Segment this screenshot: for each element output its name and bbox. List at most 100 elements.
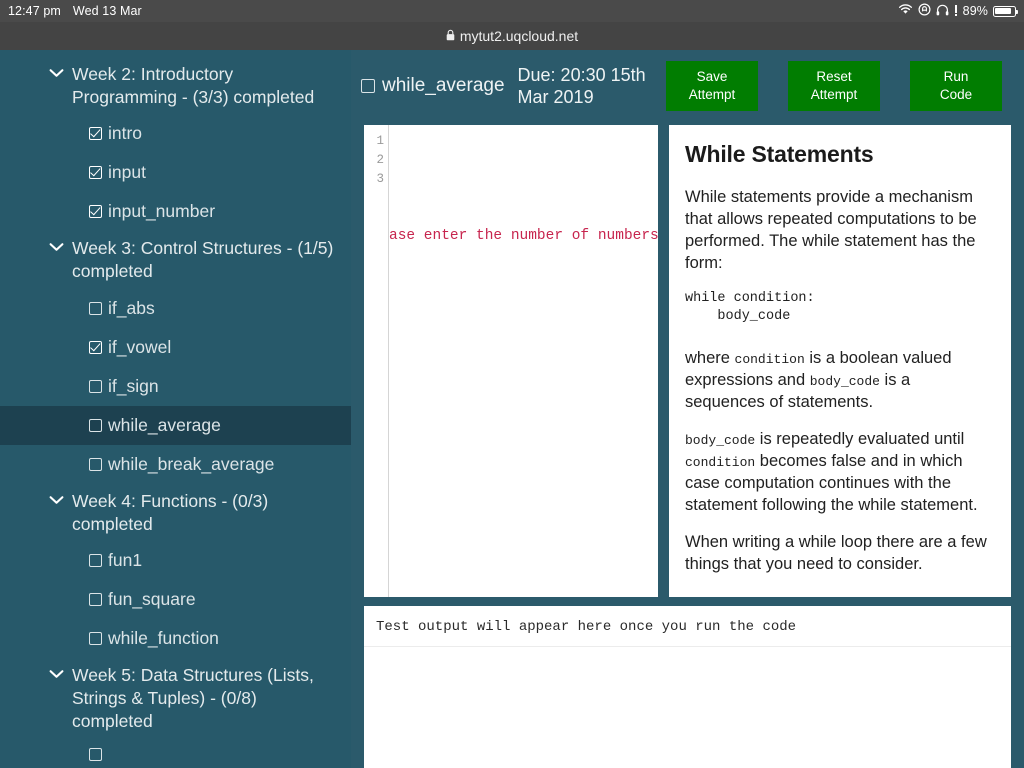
notes-paragraph-3: body_code is repeatedly evaluated until … (685, 429, 992, 517)
sidebar-week-header-week5[interactable]: Week 5: Data Structures (Lists, Strings … (0, 658, 351, 738)
headphones-icon (936, 4, 949, 19)
task-header-bar: while_average Due: 20:30 15th Mar 2019 S… (351, 50, 1024, 122)
sidebar-week-label: Week 1: ... - (0/0) completed (49, 50, 292, 51)
notes-paragraph-1: While statements provide a mechanism tha… (685, 188, 977, 272)
app-body: ❯ Week 1: ... - (0/0) completed Week 2: … (0, 50, 1024, 768)
notes-paragraph-2: where condition is a boolean valued expr… (685, 348, 992, 414)
sidebar-item-label: intro (108, 123, 143, 144)
sidebar-week-header-clipped[interactable]: ❯ Week 1: ... - (0/0) completed (0, 50, 351, 57)
wifi-icon (898, 4, 913, 18)
battery-percent-label: 89% (962, 4, 988, 18)
sidebar-item-while-average[interactable]: while_average (0, 405, 351, 445)
sidebar-item-if-vowel[interactable]: if_vowel (0, 328, 351, 367)
run-code-button[interactable]: Run Code (910, 61, 1002, 111)
url-text: mytut2.uqcloud.net (459, 28, 579, 44)
browser-url-bar[interactable]: mytut2.uqcloud.net (0, 22, 1024, 50)
editor-line-number-gutter: 1 2 3 (364, 125, 389, 597)
inline-code: condition (685, 454, 756, 470)
task-title-group: while_average (361, 75, 505, 97)
sidebar-week-label: Week 2: Introductory Programming - (3/3)… (72, 63, 315, 107)
sidebar-item-label: while_average (108, 414, 221, 435)
sidebar-week-header-week4[interactable]: Week 4: Functions - (0/3) completed (0, 484, 351, 542)
inline-code: body_code (809, 374, 880, 390)
sidebar-item-input-number[interactable]: input_number (0, 192, 351, 231)
sidebar-item-while-break-average[interactable]: while_break_average (0, 445, 351, 484)
sidebar-item-fun1[interactable]: fun1 (0, 541, 351, 580)
sidebar-item-label: if_vowel (108, 336, 172, 357)
notes-heading: While Statements (685, 141, 874, 167)
course-sidebar[interactable]: ❯ Week 1: ... - (0/0) completed Week 2: … (0, 50, 351, 768)
status-bar-left: 12:47 pm Wed 13 Mar (8, 4, 142, 18)
task-completion-checkbox[interactable] (361, 79, 375, 93)
main-content: while_average Due: 20:30 15th Mar 2019 S… (351, 50, 1024, 768)
sidebar-week-label: Week 5: Data Structures (Lists, Strings … (72, 665, 314, 731)
pane-divider[interactable] (658, 122, 669, 600)
sidebar-week-header-week3[interactable]: Week 3: Control Structures - (1/5) compl… (0, 231, 351, 289)
status-bar-date: Wed 13 Mar (72, 4, 142, 18)
checkbox-unchecked-icon[interactable] (89, 418, 102, 432)
chevron-down-icon (49, 491, 64, 511)
sidebar-item-clipped-bottom[interactable] (0, 739, 351, 768)
sidebar-scroll-content: ❯ Week 1: ... - (0/0) completed Week 2: … (0, 50, 351, 768)
task-action-buttons: Save Attempt Reset Attempt Run Code (666, 61, 1012, 111)
checkbox-unchecked-icon[interactable] (89, 301, 102, 315)
sidebar-item-intro[interactable]: intro (0, 114, 351, 153)
sidebar-item-label: while_break_average (108, 453, 275, 474)
notes-text-fragment: is repeatedly evaluated until (755, 430, 965, 448)
sidebar-item-fun-square[interactable]: fun_square (0, 580, 351, 619)
lock-icon (446, 29, 455, 44)
sidebar-item-if-abs[interactable]: if_abs (0, 289, 351, 328)
sidebar-item-input[interactable]: input (0, 153, 351, 192)
chevron-down-icon (49, 238, 64, 258)
chevron-down-icon (49, 665, 64, 685)
line-number: 3 (376, 172, 384, 186)
output-console-pane[interactable]: Test output will appear here once you ru… (361, 600, 1014, 768)
code-line-2: ase enter the number of numbers: ')) (389, 228, 658, 244)
checkbox-unchecked-icon[interactable] (89, 554, 102, 568)
checkbox-unchecked-icon[interactable] (89, 632, 102, 646)
ios-status-bar: 12:47 pm Wed 13 Mar 89% (0, 0, 1024, 22)
sidebar-item-label: input_number (108, 201, 216, 222)
chevron-down-icon (49, 64, 64, 84)
sidebar-item-label: fun1 (108, 550, 143, 571)
sidebar-week-header-week2[interactable]: Week 2: Introductory Programming - (3/3)… (0, 57, 351, 115)
checkbox-unchecked-icon[interactable] (89, 593, 102, 607)
checkbox-unchecked-icon[interactable] (89, 379, 102, 393)
notes-text-fragment: where (685, 349, 735, 368)
sidebar-item-if-sign[interactable]: if_sign (0, 367, 351, 406)
sidebar-week-label: Week 3: Control Structures - (1/5) compl… (72, 238, 334, 281)
line-number: 1 (376, 134, 384, 148)
checkbox-unchecked-icon[interactable] (89, 457, 102, 471)
inline-code: condition (734, 352, 805, 368)
battery-icon (993, 5, 1019, 17)
sidebar-item-label: input (108, 162, 146, 183)
editor-notes-row: 1 2 3 ase enter the number of numbers: '… (351, 122, 1024, 600)
status-bar-time: 12:47 pm (8, 4, 61, 18)
sidebar-item-label: while_function (108, 628, 219, 649)
status-bar-right: 89% (898, 3, 1019, 19)
checkbox-checked-icon[interactable] (89, 127, 102, 141)
code-text-area[interactable]: ase enter the number of numbers: ')) (389, 125, 658, 597)
notes-paragraph-4: When writing a while loop there are a fe… (685, 532, 987, 573)
checkbox-checked-icon[interactable] (89, 166, 102, 180)
sidebar-item-label: if_abs (108, 297, 155, 318)
sidebar-item-label: fun_square (108, 589, 196, 610)
notes-panel: While Statements While statements provid… (669, 122, 1014, 600)
checkbox-checked-icon[interactable] (89, 340, 102, 354)
notes-code-block: while condition: body_code (685, 290, 815, 324)
sidebar-item-while-function[interactable]: while_function (0, 619, 351, 658)
save-attempt-label: Save Attempt (688, 68, 736, 102)
output-placeholder-text: Test output will appear here once you ru… (364, 606, 1011, 647)
sidebar-item-label: if_sign (108, 375, 159, 396)
reset-attempt-button[interactable]: Reset Attempt (788, 61, 880, 111)
save-attempt-button[interactable]: Save Attempt (666, 61, 758, 111)
checkbox-unchecked-icon[interactable] (89, 747, 102, 761)
signal-bar-icon (954, 4, 958, 19)
code-editor-pane[interactable]: 1 2 3 ase enter the number of numbers: '… (361, 122, 658, 600)
checkbox-checked-icon[interactable] (89, 205, 102, 219)
rotation-lock-icon (918, 3, 931, 19)
page-title: while_average (382, 75, 505, 96)
run-code-label: Run Code (939, 68, 973, 102)
